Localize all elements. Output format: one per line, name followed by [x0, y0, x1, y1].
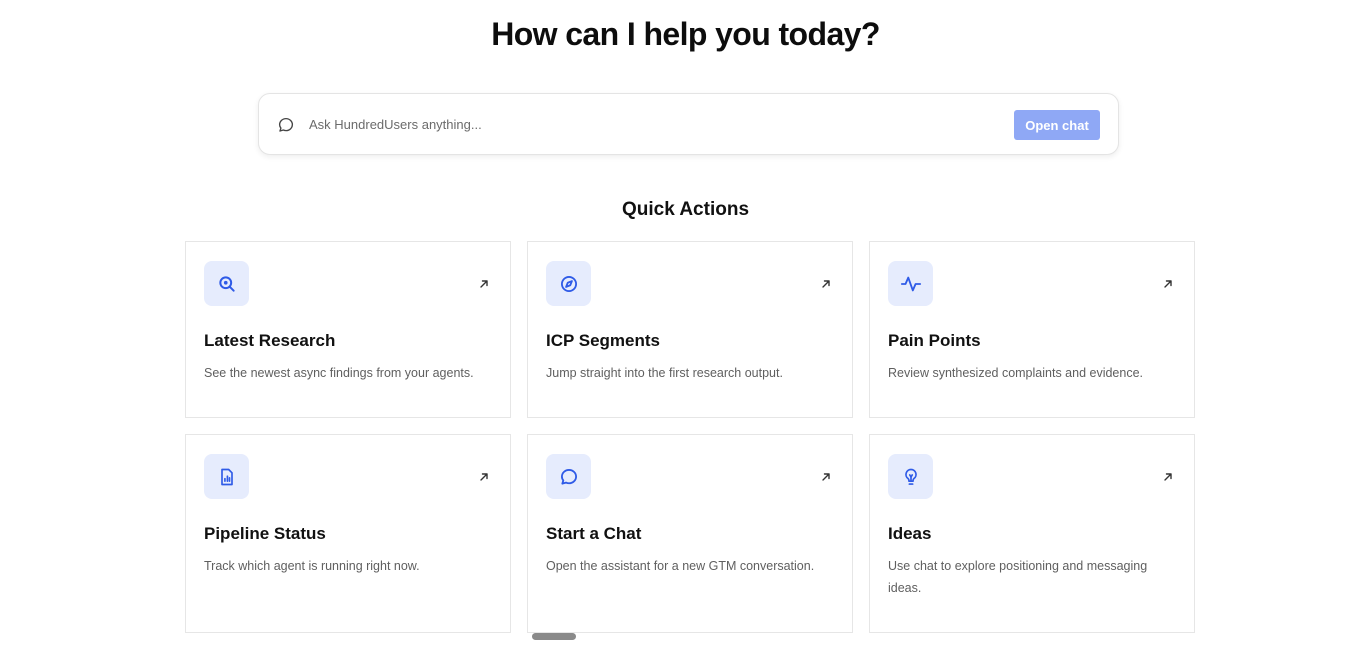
home-page: How can I help you today? Open chat Quic…	[0, 0, 1371, 649]
scrollbar-thumb[interactable]	[532, 633, 576, 640]
card-description: Open the assistant for a new GTM convers…	[546, 559, 815, 573]
arrow-up-right-icon	[478, 470, 490, 482]
card-title: Latest Research	[204, 331, 336, 350]
arrow-up-right-icon	[820, 277, 832, 289]
report-chart-icon	[204, 454, 249, 499]
open-chat-button[interactable]: Open chat	[1014, 110, 1100, 140]
lightbulb-icon	[888, 454, 933, 499]
quick-action-card-pipeline-status[interactable]: Pipeline Status Track which agent is run…	[185, 434, 511, 633]
arrow-up-right-icon	[1162, 470, 1174, 482]
quick-actions-grid: Latest Research See the newest async fin…	[185, 241, 1195, 633]
card-description: See the newest async findings from your …	[204, 366, 474, 380]
card-description: Review synthesized complaints and eviden…	[888, 366, 1143, 380]
card-description: Track which agent is running right now.	[204, 559, 420, 573]
chat-bubble-icon	[277, 116, 295, 134]
activity-pulse-icon	[888, 261, 933, 306]
quick-action-card-pain-points[interactable]: Pain Points Review synthesized complaint…	[869, 241, 1195, 418]
card-description: Jump straight into the first research ou…	[546, 366, 783, 380]
search-magnify-icon	[204, 261, 249, 306]
chat-search-input[interactable]	[309, 112, 949, 136]
quick-action-card-icp-segments[interactable]: ICP Segments Jump straight into the firs…	[527, 241, 853, 418]
page-title: How can I help you today?	[491, 16, 880, 52]
card-title: Pipeline Status	[204, 524, 326, 543]
chat-search-bar: Open chat	[258, 93, 1119, 155]
arrow-up-right-icon	[820, 470, 832, 482]
card-title: ICP Segments	[546, 331, 661, 350]
quick-action-card-start-chat[interactable]: Start a Chat Open the assistant for a ne…	[527, 434, 853, 633]
card-title: Pain Points	[888, 331, 981, 350]
compass-icon	[546, 261, 591, 306]
quick-action-card-ideas[interactable]: Ideas Use chat to explore positioning an…	[869, 434, 1195, 633]
card-title: Start a Chat	[546, 524, 642, 543]
card-description: Use chat to explore positioning and mess…	[888, 559, 1148, 595]
card-title: Ideas	[888, 524, 932, 543]
arrow-up-right-icon	[1162, 277, 1174, 289]
arrow-up-right-icon	[478, 277, 490, 289]
quick-actions-title: Quick Actions	[621, 199, 750, 220]
quick-action-card-latest-research[interactable]: Latest Research See the newest async fin…	[185, 241, 511, 418]
chat-bubble-icon	[546, 454, 591, 499]
